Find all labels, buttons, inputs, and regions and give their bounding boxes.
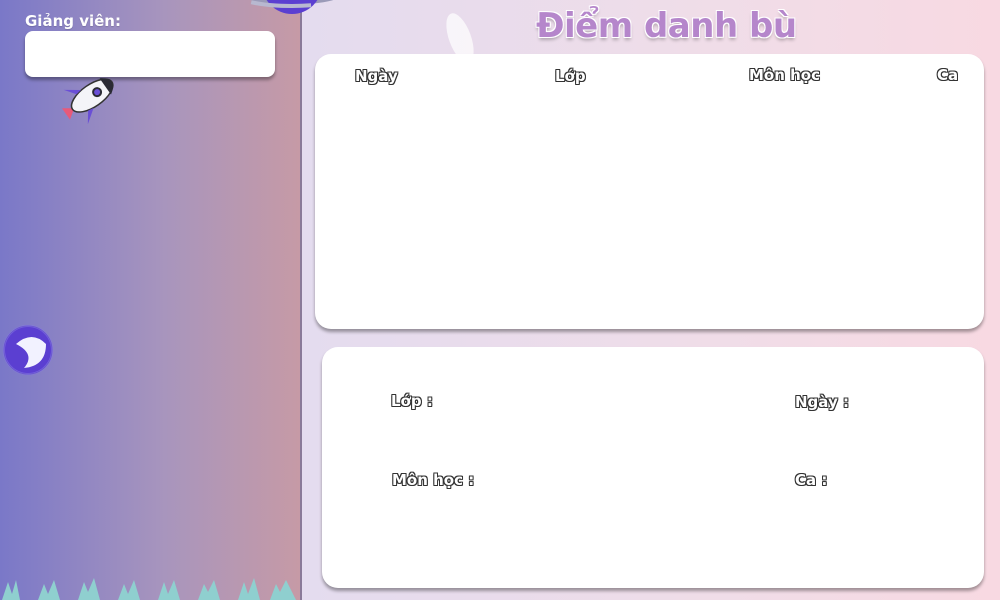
column-header-class[interactable]: Lớp bbox=[555, 67, 586, 85]
column-header-shift[interactable]: Ca bbox=[937, 66, 958, 84]
column-header-date[interactable]: Ngày bbox=[355, 67, 398, 85]
grass-decoration bbox=[2, 578, 296, 600]
saturn-icon bbox=[238, 0, 346, 14]
attendance-table: Ngày Lớp Môn học Ca bbox=[315, 54, 984, 329]
detail-form: Lớp : Ngày : Môn học : Ca : bbox=[322, 347, 984, 588]
date-label: Ngày : bbox=[795, 393, 849, 411]
subject-label: Môn học : bbox=[392, 471, 475, 489]
rocket-icon bbox=[61, 78, 114, 124]
column-header-subject[interactable]: Môn học bbox=[749, 66, 820, 84]
planet-icon bbox=[3, 325, 53, 375]
sidebar: Giảng viên: bbox=[0, 0, 300, 600]
page-title: Điểm danh bù bbox=[536, 6, 797, 46]
lecturer-label: Giảng viên: bbox=[25, 12, 121, 30]
class-label: Lớp : bbox=[391, 392, 433, 410]
shift-label: Ca : bbox=[795, 471, 828, 489]
